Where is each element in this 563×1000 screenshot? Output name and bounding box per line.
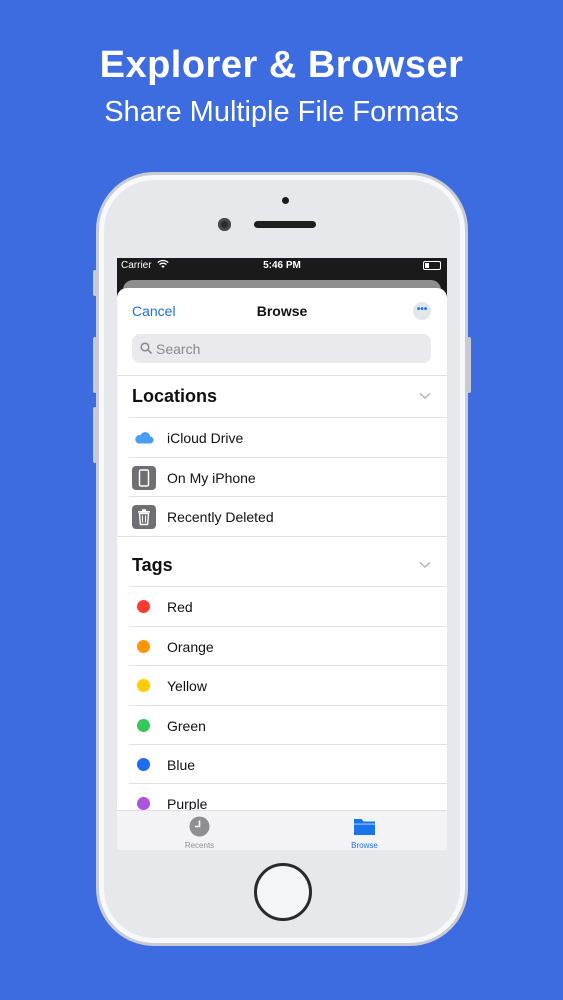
tag-color-dot [137,719,150,732]
divider [117,536,447,537]
cloud-icon [135,432,154,444]
tags-header: Tags [132,555,173,575]
promo-headline: Explorer & Browser [99,44,464,86]
location-on-my-iphone[interactable]: On My iPhone [117,458,447,497]
power-button [467,337,471,393]
tag-label: Blue [167,757,196,773]
phone-screen: Carrier 5:46 PM Cancel Browse ••• Locati… [117,258,447,850]
search-input[interactable] [156,339,416,358]
battery-icon [423,261,441,270]
volume-down-button [93,407,97,463]
tag-color-dot [137,679,150,692]
chevron-down-icon[interactable] [419,392,431,400]
status-time: 5:46 PM [263,260,301,271]
phone-icon [132,466,156,490]
chevron-down-icon[interactable] [419,561,431,569]
divider [117,375,447,376]
tag-label: Orange [167,639,214,655]
tab-recents[interactable]: Recents [117,811,282,850]
nav-bar: Cancel Browse ••• [117,288,447,332]
tag-label: Red [167,599,193,615]
tab-label: Recents [184,841,215,850]
sensor-dot [282,197,289,204]
front-camera [218,218,231,231]
tag-yellow[interactable]: Yellow [117,666,447,705]
search-bar[interactable] [132,334,431,363]
tab-bar: Recents Browse [117,810,447,850]
location-recently-deleted[interactable]: Recently Deleted [117,497,447,536]
location-label: On My iPhone [167,470,256,486]
location-label: Recently Deleted [167,509,274,525]
tag-red[interactable]: Red [117,587,447,626]
location-icloud-drive[interactable]: iCloud Drive [117,418,447,457]
promo-subline: Share Multiple File Formats [104,96,459,128]
nav-title: Browse [256,303,308,319]
location-label: iCloud Drive [167,430,244,446]
clock-icon [189,816,210,837]
ellipsis-icon[interactable]: ••• [413,302,431,320]
browse-sheet: Cancel Browse ••• Locations iCloud Drive… [117,288,447,850]
earpiece-speaker [254,221,316,228]
tag-label: Yellow [167,678,207,694]
tag-green[interactable]: Green [117,706,447,745]
tag-orange[interactable]: Orange [117,627,447,666]
folder-icon [354,819,375,835]
search-icon [140,342,152,354]
tag-color-dot [137,758,150,771]
tag-color-dot [137,797,150,810]
tag-color-dot [137,640,150,653]
tab-label: Browse [351,841,378,850]
tag-blue[interactable]: Blue [117,745,447,784]
trash-icon [132,505,156,529]
locations-header: Locations [132,386,218,406]
status-bar: Carrier 5:46 PM [117,258,447,274]
volume-up-button [93,337,97,393]
tab-browse[interactable]: Browse [282,811,447,850]
tag-label: Green [167,718,206,734]
home-button[interactable] [254,863,312,921]
mute-switch [93,270,97,296]
tag-color-dot [137,600,150,613]
